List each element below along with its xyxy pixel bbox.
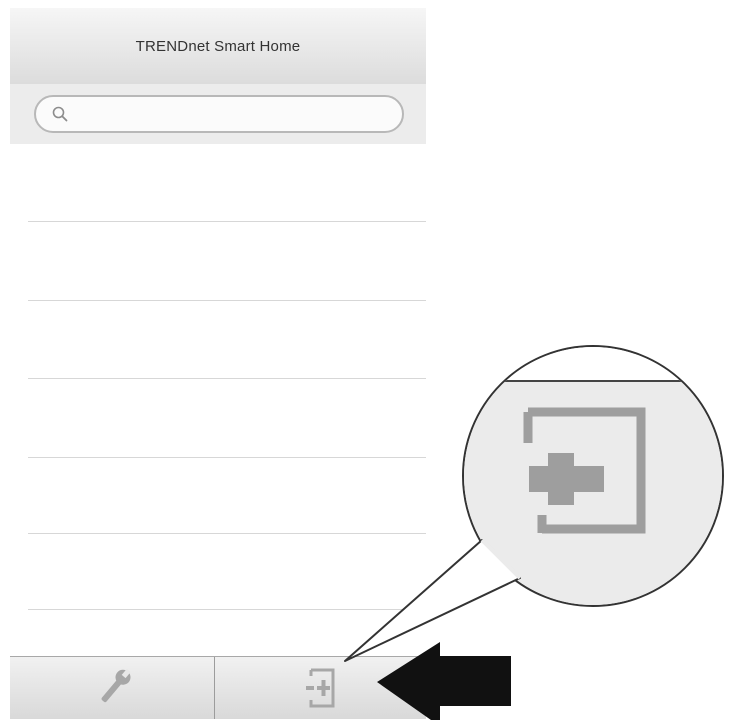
arrow-left-icon (377, 642, 511, 720)
